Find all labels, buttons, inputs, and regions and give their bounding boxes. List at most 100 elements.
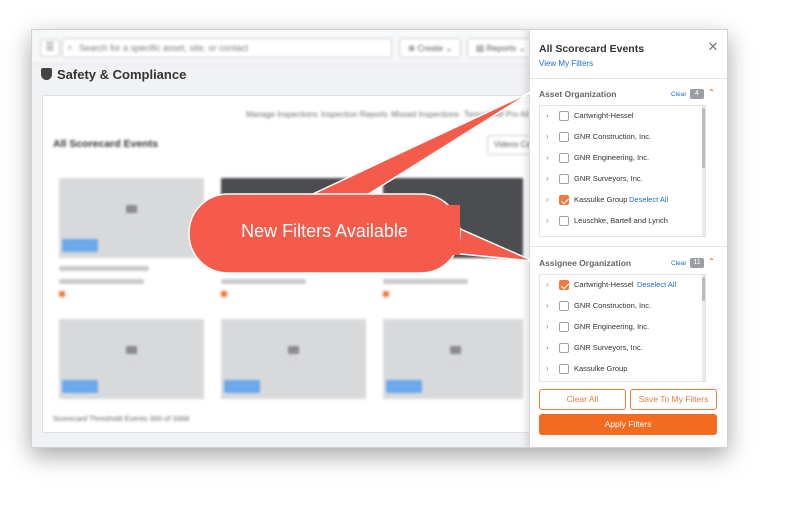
asset-org-list: › Cartwright-Hessel › GNR Construction, … bbox=[539, 105, 706, 237]
checkbox-checked[interactable] bbox=[559, 280, 569, 290]
assignee-org-list: › Cartwright-Hessel Deselect All › GNR C… bbox=[539, 274, 706, 382]
video-status-text: · · · · · bbox=[447, 363, 464, 369]
subnav-inspection-reports[interactable]: Inspection Reports bbox=[321, 110, 388, 119]
checkbox[interactable] bbox=[559, 364, 569, 374]
list-item-label: Leuschke, Bartell and Lynch bbox=[574, 216, 668, 225]
list-item[interactable]: › Kassulke Group Deselect All bbox=[540, 190, 705, 211]
event-thumbnail[interactable]: · · · · · · · · · · · · bbox=[59, 319, 204, 399]
event-meta-line bbox=[383, 279, 468, 284]
event-thumbnail[interactable]: · · · · · · · · · · · · bbox=[59, 178, 204, 258]
save-to-my-filters-button[interactable]: Save To My Filters bbox=[630, 389, 717, 410]
list-item[interactable]: › GNR Engineering, Inc. bbox=[540, 148, 705, 169]
asset-org-count-badge: 4 bbox=[690, 89, 704, 99]
filter-menu-icon[interactable]: ☰ bbox=[40, 39, 60, 57]
event-thumbnail[interactable]: · · · · · · · · · · · · bbox=[383, 319, 523, 399]
search-input[interactable]: ⌕ Search for a specific asset, site, or … bbox=[62, 38, 392, 58]
checkbox[interactable] bbox=[559, 174, 569, 184]
list-item-label: GNR Surveyors, Inc. bbox=[574, 343, 643, 352]
list-item-label: Cartwright-Hessel bbox=[574, 280, 634, 289]
assignee-org-heading: Assignee Organization bbox=[539, 258, 632, 268]
event-flag-icon bbox=[59, 291, 65, 297]
create-label: Create bbox=[417, 43, 443, 53]
chevron-right-icon[interactable]: › bbox=[546, 174, 549, 183]
chevron-right-icon[interactable]: › bbox=[546, 364, 549, 373]
apply-filters-button[interactable]: Apply Filters bbox=[539, 414, 717, 435]
chevron-right-icon[interactable]: › bbox=[546, 132, 549, 141]
asset-org-heading: Asset Organization bbox=[539, 89, 617, 99]
event-thumbnail[interactable] bbox=[383, 178, 523, 258]
checkbox[interactable] bbox=[559, 111, 569, 121]
list-item-label: Kassulke Group bbox=[574, 364, 628, 373]
checkbox-checked[interactable] bbox=[559, 195, 569, 205]
event-flag-icon bbox=[221, 291, 227, 297]
event-thumbnail[interactable]: · · · · · · · · · · · · bbox=[221, 319, 366, 399]
shield-icon bbox=[41, 68, 52, 80]
subnav-manage-inspections[interactable]: Manage Inspections bbox=[246, 110, 318, 119]
reports-label: Reports bbox=[486, 43, 517, 53]
status-badge: · · · · · · · bbox=[224, 380, 260, 393]
view-my-filters-link[interactable]: View My Filters bbox=[539, 59, 593, 68]
close-icon[interactable]: ✕ bbox=[706, 40, 720, 54]
deselect-all-link[interactable]: Deselect All bbox=[629, 195, 668, 204]
page-title-text: Safety & Compliance bbox=[57, 67, 187, 82]
list-item[interactable]: › GNR Engineering, Inc. bbox=[540, 317, 705, 338]
list-item-label: GNR Engineering, Inc. bbox=[574, 322, 650, 331]
list-item[interactable]: › GNR Construction, Inc. bbox=[540, 296, 705, 317]
list-item[interactable]: › GNR Construction, Inc. bbox=[540, 127, 705, 148]
divider bbox=[530, 246, 727, 247]
video-status-text: · · · · · bbox=[123, 363, 140, 369]
event-meta-line bbox=[221, 279, 306, 284]
create-button[interactable]: ⊕ Create ⌄ bbox=[399, 38, 462, 58]
chevron-right-icon[interactable]: › bbox=[546, 153, 549, 162]
assignee-org-count-badge: 11 bbox=[690, 258, 704, 268]
collapse-up-icon[interactable]: ⌃ bbox=[708, 88, 715, 97]
chevron-right-icon[interactable]: › bbox=[546, 195, 549, 204]
checkbox[interactable] bbox=[559, 301, 569, 311]
list-item-label: GNR Surveyors, Inc. bbox=[574, 174, 643, 183]
list-item-label: GNR Engineering, Inc. bbox=[574, 153, 650, 162]
checkbox[interactable] bbox=[559, 153, 569, 163]
list-item[interactable]: › Cartwright-Hessel Deselect All bbox=[540, 275, 705, 296]
list-item[interactable]: › Cartwright-Hessel bbox=[540, 106, 705, 127]
event-flag-icon bbox=[383, 291, 389, 297]
screenshot-stage: ☰ ⌕ Search for a specific asset, site, o… bbox=[0, 0, 791, 511]
list-item[interactable]: › GNR Surveyors, Inc. bbox=[540, 338, 705, 359]
checkbox[interactable] bbox=[559, 322, 569, 332]
list-item[interactable]: › GNR Surveyors, Inc. bbox=[540, 169, 705, 190]
event-title-line bbox=[59, 266, 149, 271]
subnav-all[interactable]: All bbox=[520, 110, 529, 119]
search-placeholder: Search for a specific asset, site, or co… bbox=[79, 43, 249, 53]
checkbox[interactable] bbox=[559, 343, 569, 353]
video-status-text: · · · · · bbox=[285, 363, 302, 369]
list-item-label: GNR Construction, Inc. bbox=[574, 301, 652, 310]
chevron-right-icon[interactable]: › bbox=[546, 322, 549, 331]
page-title: Safety & Compliance bbox=[41, 67, 186, 82]
collapse-up-icon[interactable]: ⌃ bbox=[708, 257, 715, 266]
assignee-org-clear[interactable]: Clear bbox=[671, 260, 687, 267]
chevron-right-icon[interactable]: › bbox=[546, 111, 549, 120]
status-badge: · · · · · · · bbox=[62, 380, 98, 393]
chevron-right-icon[interactable]: › bbox=[546, 343, 549, 352]
section-title: All Scorecard Events bbox=[53, 138, 159, 150]
subnav-tennacam[interactable]: TennaCAM Pro bbox=[464, 110, 518, 119]
subnav-missed-inspections[interactable]: Missed Inspections bbox=[391, 110, 459, 119]
list-item[interactable]: › Kassulke Group bbox=[540, 359, 705, 380]
filter-panel: All Scorecard Events ✕ View My Filters A… bbox=[529, 30, 727, 447]
video-status-text: · · · · · bbox=[123, 222, 140, 228]
callout-text: New Filters Available bbox=[241, 221, 408, 241]
event-thumbnail[interactable] bbox=[221, 178, 366, 258]
video-icon bbox=[450, 346, 461, 354]
chevron-right-icon[interactable]: › bbox=[546, 216, 549, 225]
clear-all-button[interactable]: Clear All bbox=[539, 389, 626, 410]
divider bbox=[530, 78, 727, 79]
deselect-all-link[interactable]: Deselect All bbox=[637, 280, 676, 289]
list-item[interactable]: › Leuschke, Bartell and Lynch bbox=[540, 211, 705, 232]
reports-button[interactable]: ▤ Reports ⌄ bbox=[467, 38, 535, 58]
chevron-right-icon[interactable]: › bbox=[546, 301, 549, 310]
video-icon bbox=[288, 346, 299, 354]
chevron-right-icon[interactable]: › bbox=[546, 280, 549, 289]
event-count: Scorecard Threshold Events 300 of 3368 bbox=[53, 414, 190, 423]
asset-org-clear[interactable]: Clear bbox=[671, 91, 687, 98]
checkbox[interactable] bbox=[559, 216, 569, 226]
checkbox[interactable] bbox=[559, 132, 569, 142]
